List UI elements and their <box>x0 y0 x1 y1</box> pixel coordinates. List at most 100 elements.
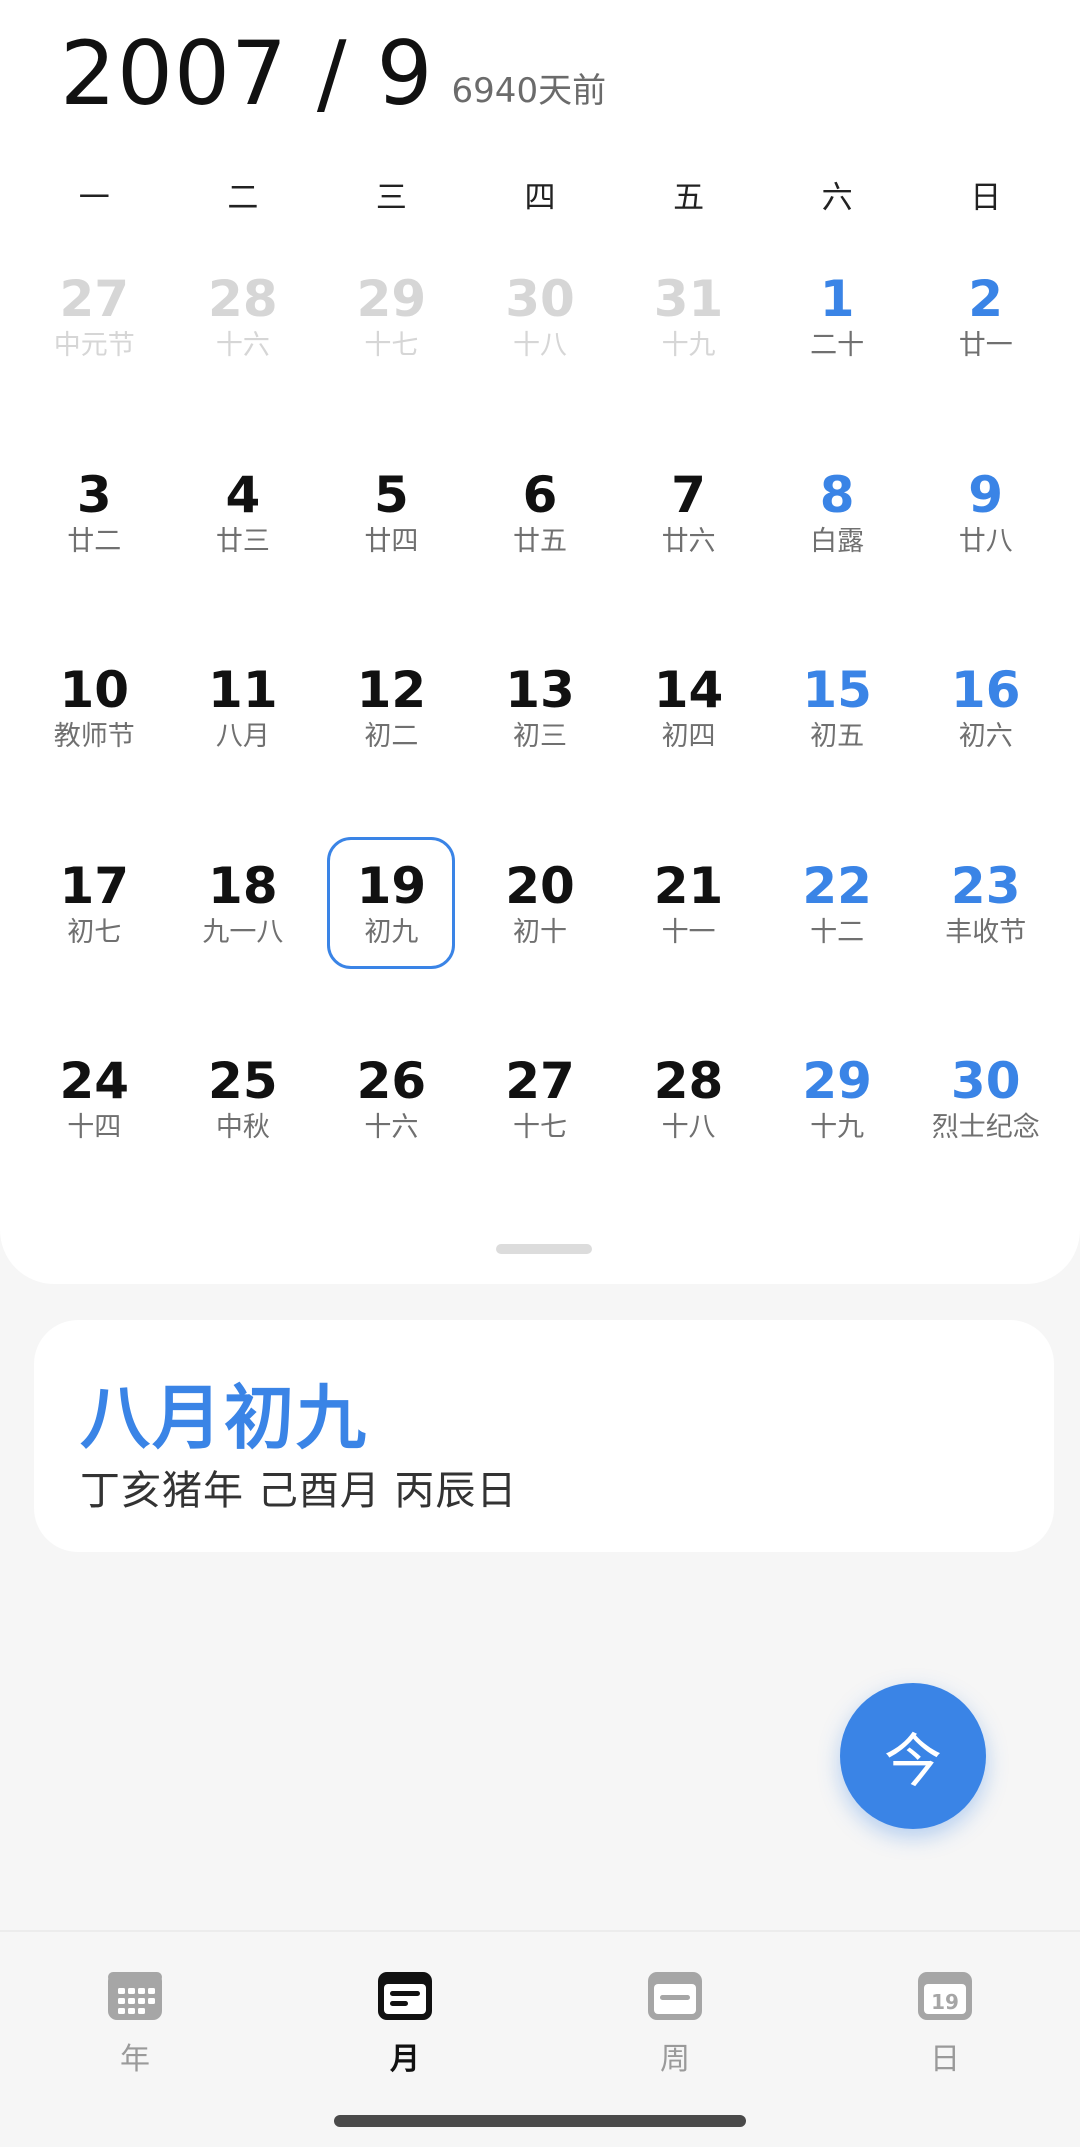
lunar-subtitle: 初三 <box>512 721 567 752</box>
today-button[interactable]: 今 <box>840 1683 986 1829</box>
day-cell[interactable]: 7 廿六 <box>614 446 763 642</box>
lunar-subtitle: 教师节 <box>53 721 135 752</box>
day-number: 28 <box>653 1052 724 1110</box>
day-cell[interactable]: 31 十九 <box>614 250 763 446</box>
lunar-subtitle: 廿三 <box>215 525 270 557</box>
lunar-subtitle: 初四 <box>661 721 716 752</box>
day-cell[interactable]: 9 廿八 <box>911 446 1060 642</box>
weekday-label: 五 <box>673 180 705 216</box>
year-grid-icon <box>108 1972 162 2020</box>
day-number: 22 <box>802 856 872 915</box>
day-number: 4 <box>225 465 261 524</box>
weekday-label: 日 <box>970 180 1002 216</box>
lunar-subtitle: 十一 <box>661 916 716 948</box>
day-cell[interactable]: 5 廿四 <box>317 446 466 642</box>
day-cell[interactable]: 30 烈士纪念 <box>911 1032 1060 1228</box>
month-icon <box>378 1972 432 2020</box>
day-number: 13 <box>505 661 575 719</box>
day-number: 3 <box>76 465 112 524</box>
day-number: 27 <box>59 270 130 328</box>
day-cell[interactable]: 11 八月 <box>169 641 318 837</box>
day-cell[interactable]: 30 十八 <box>466 250 615 446</box>
home-indicator[interactable] <box>334 2115 746 2127</box>
lunar-subtitle: 廿八 <box>958 525 1013 557</box>
day-cell[interactable]: 2 廿一 <box>911 250 1060 446</box>
day-cell[interactable]: 29 十七 <box>317 250 466 446</box>
day-icon: 19 <box>918 1972 972 2020</box>
day-number: 29 <box>802 1052 872 1110</box>
lunar-subtitle: 初二 <box>364 721 419 752</box>
nav-item-day[interactable]: 19 日 <box>810 1932 1080 2147</box>
day-number: 14 <box>653 661 724 719</box>
lunar-subtitle: 廿五 <box>512 525 567 557</box>
day-number: 17 <box>59 856 130 915</box>
day-cell[interactable]: 28 十六 <box>169 250 318 446</box>
day-cell[interactable]: 26 十六 <box>317 1032 466 1228</box>
nav-item-year[interactable]: 年 <box>0 1932 270 2147</box>
day-cell[interactable]: 6 廿五 <box>466 446 615 642</box>
day-cell[interactable]: 25 中秋 <box>169 1032 318 1228</box>
day-number: 2 <box>968 270 1004 328</box>
day-number: 29 <box>356 270 427 328</box>
lunar-subtitle: 八月 <box>215 721 270 752</box>
lunar-subtitle: 白露 <box>810 525 865 557</box>
lunar-subtitle: 十六 <box>364 1112 419 1143</box>
day-number: 23 <box>950 856 1021 915</box>
day-number: 30 <box>950 1052 1021 1110</box>
lunar-subtitle: 十二 <box>810 916 865 948</box>
lunar-subtitle: 烈士纪念 <box>931 1112 1040 1143</box>
day-cell[interactable]: 23 丰收节 <box>911 837 1060 1033</box>
day-cell[interactable]: 16 初六 <box>911 641 1060 837</box>
day-cell[interactable]: 14 初四 <box>614 641 763 837</box>
day-cell[interactable]: 20 初十 <box>466 837 615 1033</box>
month-title[interactable]: 2007 / 9 <box>60 30 434 118</box>
weekday-label: 三 <box>375 180 407 216</box>
day-number: 26 <box>356 1052 427 1110</box>
lunar-subtitle: 十七 <box>364 330 419 361</box>
day-cell[interactable]: 22 十二 <box>763 837 912 1033</box>
day-icon-number: 19 <box>931 1990 959 2014</box>
lunar-subtitle: 十九 <box>661 330 716 361</box>
lunar-subtitle: 初九 <box>364 916 419 948</box>
lunar-subtitle: 十八 <box>661 1112 716 1143</box>
lunar-subtitle: 中元节 <box>53 330 135 361</box>
day-number: 25 <box>208 1052 278 1110</box>
day-number: 19 <box>356 856 427 915</box>
day-number: 24 <box>59 1052 130 1110</box>
day-cell[interactable]: 12 初二 <box>317 641 466 837</box>
day-cell[interactable]: 17 初七 <box>20 837 169 1033</box>
day-cell[interactable]: 24 十四 <box>20 1032 169 1228</box>
day-number: 20 <box>505 856 575 915</box>
day-cell[interactable]: 3 廿二 <box>20 446 169 642</box>
drag-handle[interactable] <box>496 1244 592 1254</box>
lunar-info-card[interactable]: 八月初九 丁亥猪年 己酉月 丙辰日 <box>34 1320 1054 1552</box>
day-cell[interactable]: 18 九一八 <box>169 837 318 1033</box>
selected-day-cell[interactable]: 19 初九 <box>317 837 466 1033</box>
lunar-subtitle: 十八 <box>512 330 567 361</box>
lunar-subtitle: 十四 <box>67 1112 122 1143</box>
nav-label: 日 <box>930 2042 960 2077</box>
day-number: 8 <box>819 465 855 524</box>
day-cell[interactable]: 28 十八 <box>614 1032 763 1228</box>
day-cell[interactable]: 27 十七 <box>466 1032 615 1228</box>
day-cell[interactable]: 10 教师节 <box>20 641 169 837</box>
day-cell[interactable]: 15 初五 <box>763 641 912 837</box>
month-day-grid: 27 中元节 28 十六 29 十七 30 十八 31 十九 1 二十 2 廿一 3 廿二 4 廿三 5 廿四 6 廿五 7… <box>20 250 1060 1228</box>
day-cell[interactable]: 1 二十 <box>763 250 912 446</box>
lunar-subtitle: 初七 <box>67 916 122 948</box>
day-number: 28 <box>208 270 278 328</box>
lunar-subtitle: 十九 <box>810 1112 865 1143</box>
ganzhi-text: 丁亥猪年 己酉月 丙辰日 <box>80 1468 518 1514</box>
day-cell[interactable]: 8 白露 <box>763 446 912 642</box>
day-number: 5 <box>374 465 409 524</box>
day-cell[interactable]: 13 初三 <box>466 641 615 837</box>
day-cell[interactable]: 21 十一 <box>614 837 763 1033</box>
day-number: 27 <box>505 1052 575 1110</box>
day-cell[interactable]: 4 廿三 <box>169 446 318 642</box>
lunar-subtitle: 廿六 <box>661 525 716 557</box>
day-number: 12 <box>356 661 427 719</box>
day-cell[interactable]: 29 十九 <box>763 1032 912 1228</box>
day-cell[interactable]: 27 中元节 <box>20 250 169 446</box>
calendar-card: 2007 / 9 6940天前 一 二 三 四 五 六 日 27 中元节 28 十六 2… <box>0 0 1080 1284</box>
lunar-subtitle: 初五 <box>810 721 865 752</box>
